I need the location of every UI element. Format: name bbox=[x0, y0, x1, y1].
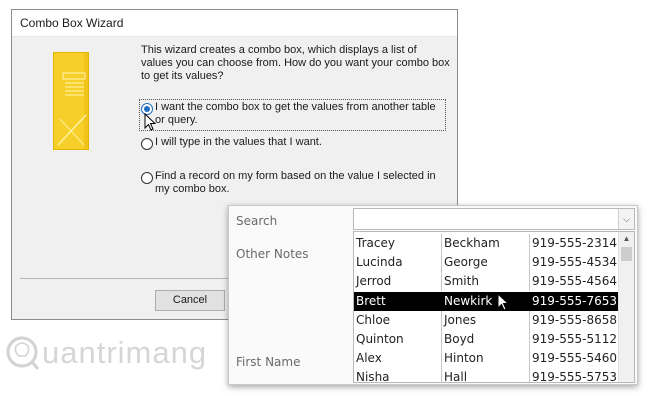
phone-cell: 919-555-5460 bbox=[532, 351, 618, 365]
first-name-label: First Name bbox=[236, 355, 301, 369]
first-name-cell: Quinton bbox=[354, 330, 442, 349]
option-type-values-label: I will type in the values that I want. bbox=[155, 136, 322, 148]
last-name-cell: Hall bbox=[442, 368, 530, 382]
phone-cell: 919-555-7653 bbox=[532, 294, 618, 308]
radio-find-record[interactable] bbox=[141, 172, 153, 184]
last-name-cell: Jones bbox=[442, 311, 530, 330]
search-combo-box[interactable]: ⌵ bbox=[353, 208, 635, 230]
combo-dropdown-list[interactable]: Tracey Beckham 919-555-2314 Lucinda Geor… bbox=[353, 231, 635, 383]
other-notes-label: Other Notes bbox=[236, 247, 309, 261]
first-name-cell: Alex bbox=[354, 349, 442, 368]
phone-cell: 919-555-5112 bbox=[532, 332, 618, 346]
list-item[interactable]: Alex Hinton 919-555-5460 bbox=[354, 349, 619, 368]
first-name-cell: Tracey bbox=[354, 234, 442, 253]
wizard-illustration bbox=[53, 52, 89, 150]
option-from-table-label: I want the combo box to get the values f… bbox=[155, 101, 436, 126]
list-item[interactable]: Chloe Jones 919-555-8658 bbox=[354, 311, 619, 330]
scrollbar-thumb[interactable] bbox=[621, 247, 632, 261]
last-name-cell: Hinton bbox=[442, 349, 530, 368]
list-item[interactable]: Quinton Boyd 919-555-5112 bbox=[354, 330, 619, 349]
list-item[interactable]: Tracey Beckham 919-555-2314 bbox=[354, 234, 619, 253]
phone-cell: 919-555-2314 bbox=[532, 236, 618, 250]
watermark-text: uantrimang bbox=[42, 335, 208, 370]
first-name-cell: Brett bbox=[354, 292, 442, 311]
form-combo-panel: Search Other Notes First Name ⌵ Tracey B… bbox=[228, 205, 638, 385]
last-name-cell: Boyd bbox=[442, 330, 530, 349]
window-title: Combo Box Wizard bbox=[20, 16, 124, 30]
phone-cell: 919-555-5753 bbox=[532, 370, 618, 383]
first-name-cell: Chloe bbox=[354, 311, 442, 330]
option-from-table[interactable]: I want the combo box to get the values f… bbox=[139, 99, 446, 131]
phone-cell: 919-555-8658 bbox=[532, 313, 618, 327]
mouse-cursor-icon bbox=[497, 293, 509, 311]
scroll-up-icon[interactable]: ▲ bbox=[619, 232, 634, 246]
list-item-selected[interactable]: Brett Newkirk 919-555-7653 bbox=[354, 292, 619, 311]
chevron-down-icon[interactable]: ⌵ bbox=[618, 209, 634, 229]
list-item[interactable]: Lucinda George 919-555-4534 bbox=[354, 253, 619, 272]
last-name-cell: Smith bbox=[442, 272, 530, 291]
option-find-record[interactable]: Find a record on my form based on the va… bbox=[141, 170, 444, 198]
option-find-record-label: Find a record on my form based on the va… bbox=[155, 170, 436, 195]
phone-cell: 919-555-4564 bbox=[532, 274, 618, 288]
radio-type-values[interactable] bbox=[141, 138, 153, 150]
mouse-cursor-icon bbox=[144, 113, 156, 131]
phone-cell: 919-555-4534 bbox=[532, 255, 618, 269]
search-label: Search bbox=[236, 214, 278, 228]
vertical-scrollbar[interactable]: ▲ bbox=[618, 232, 634, 382]
list-item[interactable]: Jerrod Smith 919-555-4564 bbox=[354, 272, 619, 291]
list-item[interactable]: Nisha Hall 919-555-5753 bbox=[354, 368, 619, 383]
last-name-cell: George bbox=[442, 253, 530, 272]
first-name-cell: Lucinda bbox=[354, 253, 442, 272]
option-type-values[interactable]: I will type in the values that I want. bbox=[141, 136, 444, 152]
last-name-cell: Newkirk bbox=[442, 292, 530, 311]
wizard-intro-text: This wizard creates a combo box, which d… bbox=[141, 44, 450, 82]
title-bar[interactable]: Combo Box Wizard bbox=[12, 10, 457, 37]
last-name-cell: Beckham bbox=[442, 234, 530, 253]
bulb-logo-icon bbox=[6, 336, 40, 370]
first-name-cell: Nisha bbox=[354, 368, 442, 382]
first-name-cell: Jerrod bbox=[354, 272, 442, 291]
cancel-button[interactable]: Cancel bbox=[155, 290, 225, 311]
